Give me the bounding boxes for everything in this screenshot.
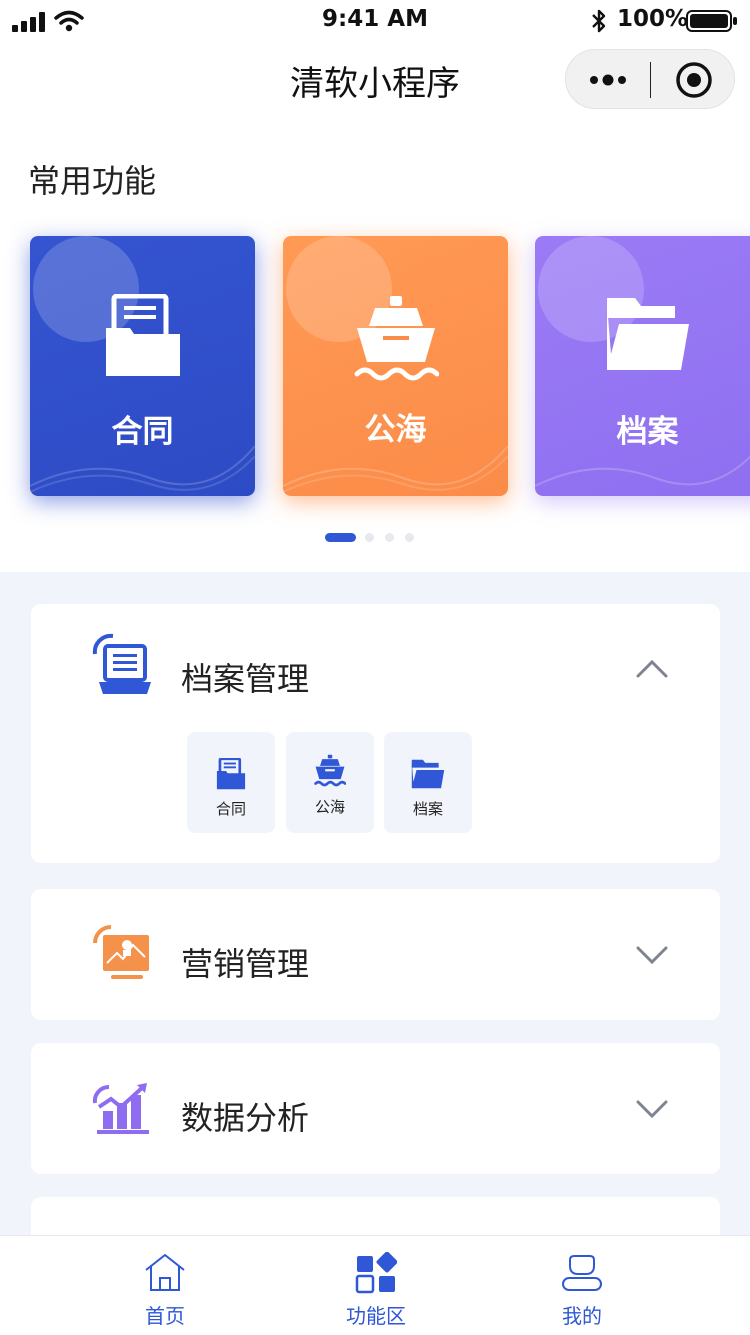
tile-public-sea[interactable]: 公海: [286, 732, 374, 833]
tile-label: 公海: [314, 798, 345, 816]
battery-icon: [686, 10, 737, 32]
card-label: 档案: [616, 414, 679, 450]
panel-title: 档案管理: [181, 660, 310, 698]
panel-title: 数据分析: [181, 1099, 310, 1137]
tile-label: 档案: [412, 800, 443, 818]
carousel-dot-active[interactable]: [325, 533, 356, 542]
user-icon: [562, 1255, 602, 1291]
tab-functions[interactable]: 功能区: [296, 1236, 456, 1335]
tab-mine[interactable]: 我的: [502, 1236, 662, 1335]
common-functions-title: 常用功能: [28, 162, 157, 200]
battery-percent: 100%: [617, 6, 689, 32]
tile-contract[interactable]: 合同: [187, 732, 275, 833]
tab-label: 功能区: [346, 1304, 406, 1328]
panel-archive-management: 档案管理 合同 公海 档案: [31, 604, 720, 863]
tile-archive[interactable]: 档案: [384, 732, 472, 833]
tile-label: 合同: [215, 800, 246, 818]
header-area: 9:41 AM 100% 清软小程序 常用功能 合同 公海 档案: [0, 0, 750, 572]
archive-laptop-icon: [92, 633, 151, 694]
contract-folder-icon: [216, 757, 246, 790]
carousel-dot[interactable]: [365, 533, 374, 542]
chevron-down-icon[interactable]: [636, 1100, 668, 1120]
card-contract[interactable]: 合同: [30, 236, 255, 496]
tab-home[interactable]: 首页: [85, 1236, 245, 1335]
tab-label: 首页: [145, 1304, 185, 1328]
card-public-sea[interactable]: 公海: [283, 236, 508, 496]
ship-icon: [354, 296, 439, 381]
miniprogram-capsule[interactable]: [565, 49, 735, 109]
card-label: 公海: [364, 412, 427, 448]
contract-folder-icon: [105, 293, 180, 376]
chevron-up-icon[interactable]: [636, 658, 668, 678]
capsule-divider: [650, 62, 651, 98]
folder-icon: [606, 298, 689, 370]
close-miniprogram-icon[interactable]: [674, 60, 714, 100]
data-chart-icon: [92, 1083, 149, 1134]
tab-label: 我的: [562, 1304, 602, 1328]
card-label: 合同: [111, 414, 174, 450]
card-archive[interactable]: 档案: [535, 236, 750, 496]
tab-bar: 首页 功能区 我的: [0, 1235, 750, 1335]
folder-icon: [411, 759, 445, 789]
panel-title: 营销管理: [181, 945, 310, 983]
ship-icon: [314, 754, 347, 787]
chevron-down-icon[interactable]: [636, 946, 668, 966]
status-bar: 9:41 AM 100%: [0, 0, 750, 44]
home-icon: [145, 1254, 185, 1291]
panel-marketing-management[interactable]: 营销管理: [31, 889, 720, 1020]
panel-data-analysis[interactable]: 数据分析: [31, 1043, 720, 1174]
apps-grid-icon: [355, 1251, 398, 1294]
bluetooth-icon: [592, 9, 606, 33]
carousel-dot[interactable]: [385, 533, 394, 542]
marketing-monitor-icon: [93, 925, 149, 979]
carousel-dot[interactable]: [405, 533, 414, 542]
more-icon[interactable]: [588, 70, 628, 90]
